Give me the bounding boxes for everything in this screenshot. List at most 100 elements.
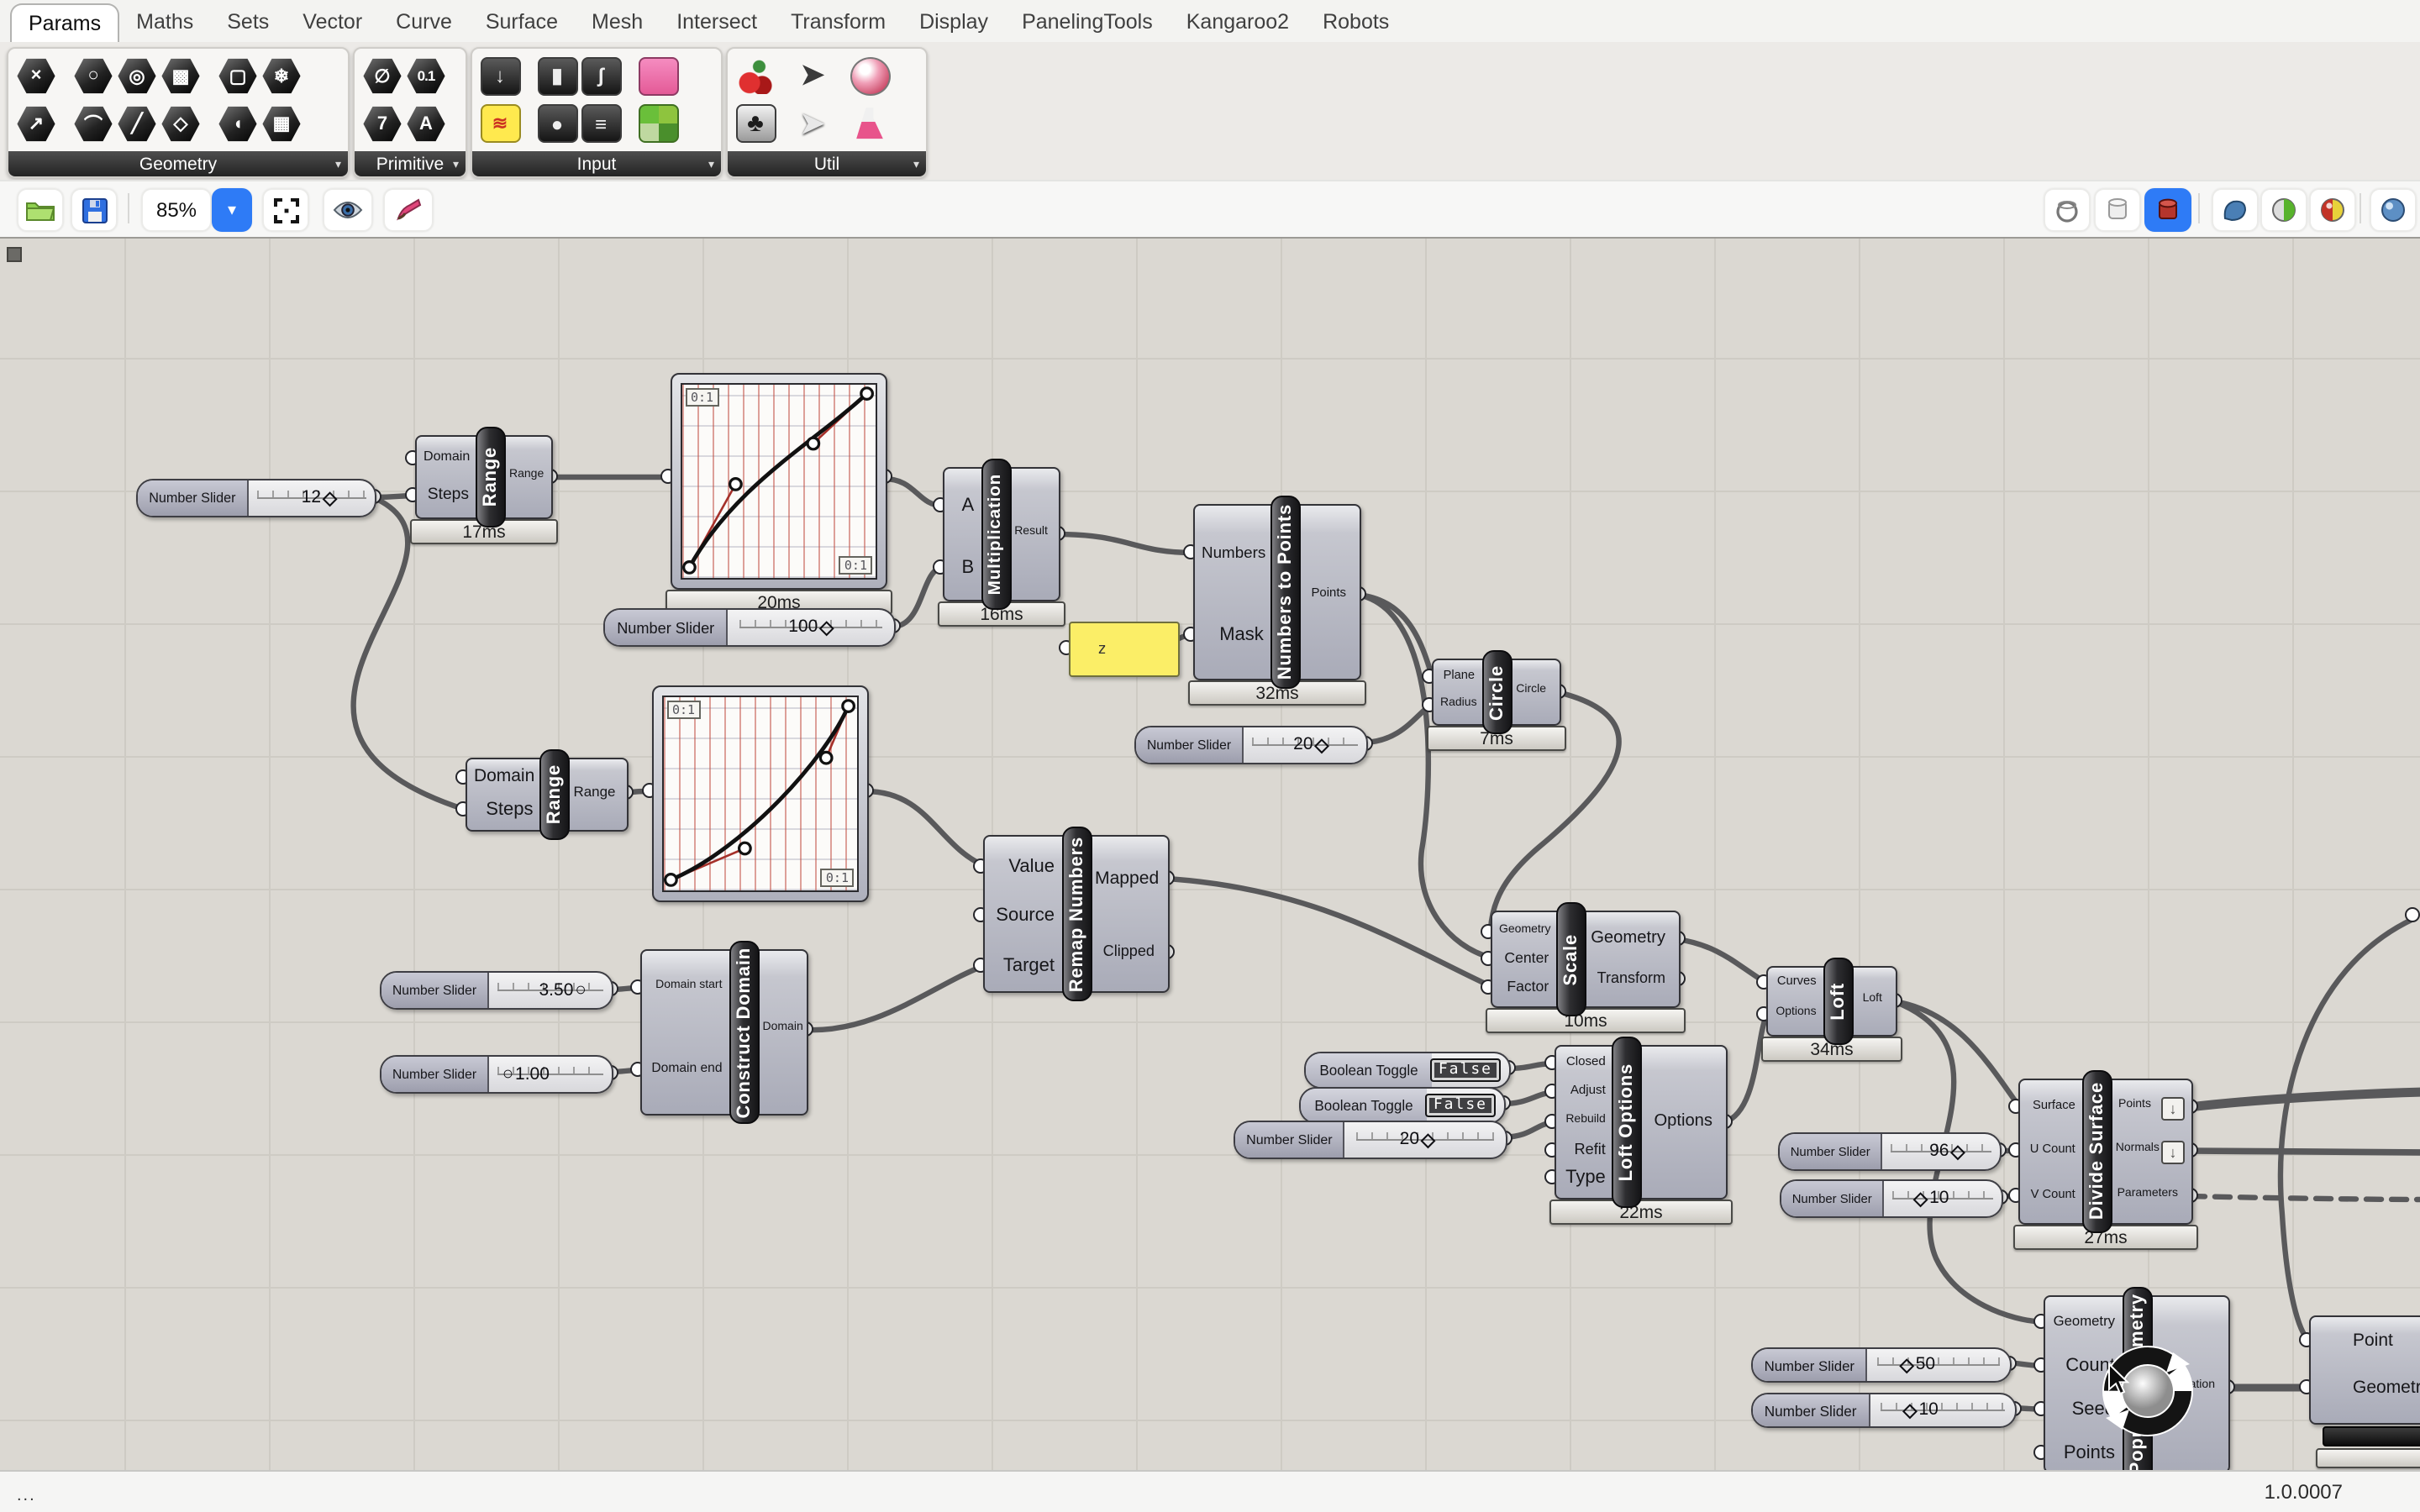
numbers-to-points-name-capsule[interactable]: Numbers to Points [1270,496,1301,689]
flask-icon[interactable] [849,104,891,144]
tab-surface[interactable]: Surface [469,3,575,42]
slider-grip[interactable]: ◇ [323,486,337,508]
edge-port[interactable] [2405,907,2420,922]
range-1-name-capsule[interactable]: Range [476,427,506,528]
tab-maths[interactable]: Maths [119,3,210,42]
definition-canvas[interactable]: Number Slider12◇RangeDomainStepsRange17m… [0,237,2420,1470]
box-icon[interactable]: ▢ [217,56,259,97]
slider-track[interactable]: 12◇ [249,480,375,516]
number-slider-96[interactable]: Number Slider96◇ [1778,1132,2002,1171]
sketch-tool-button[interactable] [383,188,434,232]
divide-surface-name-capsule[interactable]: Divide Surface [2082,1070,2112,1233]
tab-intersect[interactable]: Intersect [660,3,774,42]
number-slider-10b[interactable]: Number Slider◇10 [1751,1393,2017,1428]
panel-icon[interactable] [637,56,679,97]
slider-grip[interactable]: ◇ [1950,1140,1965,1162]
group-icon[interactable]: ❄ [260,56,302,97]
slider-track[interactable]: 96◇ [1883,1134,2001,1169]
number-slider-12[interactable]: Number Slider12◇ [136,479,376,517]
tab-transform[interactable]: Transform [774,3,902,42]
button-icon[interactable]: ● [536,104,578,144]
display-wireframe-button[interactable] [2044,188,2091,232]
toggle-state[interactable]: False [1425,1094,1496,1117]
open-file-button[interactable] [17,188,64,232]
data-dam-icon[interactable]: ➤ [792,56,834,97]
preview-redyellow-button[interactable] [2309,188,2356,232]
slider-grip[interactable]: ◇ [1913,1187,1928,1209]
multiplication-name-capsule[interactable]: Multiplication [981,459,1011,610]
slider-grip[interactable]: ◇ [1900,1353,1914,1375]
graph-mapper-icon[interactable]: ↓ [479,56,521,97]
display-ghosted-button[interactable] [2094,188,2141,232]
tab-display[interactable]: Display [902,3,1005,42]
zoom-dropdown-button[interactable]: ▾ [212,188,252,232]
zoom-extents-button[interactable] [262,188,309,232]
graph-plot[interactable]: 0:10:1 [681,383,877,580]
circle-icon[interactable]: ○ [72,56,114,97]
tab-robots[interactable]: Robots [1306,3,1406,42]
boolean-toggle-icon[interactable]: ▮ [536,56,578,97]
number-slider-100[interactable]: Number Slider100◇ [603,608,896,647]
graph-mapper-2[interactable]: 0:10:1 [652,685,869,902]
boolean-toggle-1[interactable]: Boolean ToggleFalse [1304,1052,1511,1089]
graph-mapper-1[interactable]: 0:10:1 [671,373,887,590]
slider-grip[interactable]: ◇ [1421,1128,1435,1150]
tab-kangaroo2[interactable]: Kangaroo2 [1170,3,1306,42]
number-slider-10a[interactable]: Number Slider◇10 [1780,1179,2003,1218]
circle-name-capsule[interactable]: Circle [1481,650,1512,734]
number-slider-20b[interactable]: Number Slider20◇ [1234,1121,1507,1159]
boolean-toggle-2[interactable]: Boolean ToggleFalse [1299,1087,1506,1124]
number-slider-20[interactable]: Number Slider20◇ [1134,726,1368,764]
mesh-icon[interactable]: ▦ [260,104,302,144]
toolbar-group-label-primitive[interactable]: Primitive▾ [355,151,466,176]
tab-panelingtools[interactable]: PanelingTools [1005,3,1170,42]
number-slider-3-50[interactable]: Number Slider3.50○ [380,971,613,1010]
range-2-name-capsule[interactable]: Range [540,749,571,840]
panel-z[interactable]: z [1069,622,1180,677]
loft-name-capsule[interactable]: Loft [1823,958,1854,1045]
canvas-corner-widget[interactable] [7,247,22,262]
zoom-level-display[interactable]: 85% [141,188,212,232]
slider-grip[interactable]: ○ [502,1063,513,1084]
number-icon[interactable]: 0.1 [405,56,447,97]
flatten-icon[interactable]: ↓ [2161,1141,2185,1164]
curve-icon[interactable]: ⌒ [72,104,114,144]
scale-name-capsule[interactable]: Scale [1555,902,1586,1016]
null-icon[interactable]: ∅ [361,56,403,97]
slider-grip[interactable]: ◇ [1315,733,1329,755]
preview-toggle-button[interactable] [323,188,373,232]
slider-track[interactable]: ◇10 [1885,1181,2002,1216]
preview-mesh-button[interactable] [2212,188,2259,232]
tab-sets[interactable]: Sets [210,3,286,42]
plane-icon[interactable]: ◇ [160,104,202,144]
vector-icon[interactable]: ↗ [15,104,57,144]
slider-grip[interactable]: ◇ [1903,1399,1918,1420]
loft-options-name-capsule[interactable]: Loft Options [1612,1037,1643,1208]
slider-track[interactable]: 20◇ [1244,727,1366,763]
flatten-icon[interactable]: ↓ [2161,1097,2185,1121]
spiral-icon[interactable]: ◎ [116,56,158,97]
number-slider-50[interactable]: Number Slider◇50 [1751,1347,2012,1383]
slider-track[interactable]: 3.50○ [489,973,612,1008]
path-mapper-icon[interactable]: ʃ [580,56,622,97]
md-slider-icon[interactable]: ≋ [479,104,521,144]
construct-domain-name-capsule[interactable]: Construct Domain [729,941,760,1124]
save-file-button[interactable] [71,188,118,232]
slider-track[interactable]: 100◇ [728,610,894,645]
colour-swatch-icon[interactable] [637,104,679,144]
integer-icon[interactable]: 7 [361,104,403,144]
tab-params[interactable]: Params [10,3,119,44]
toolbar-group-label-util[interactable]: Util▾ [728,151,926,176]
display-shaded-button[interactable] [2144,188,2191,232]
slider-track[interactable]: 20◇ [1345,1122,1506,1158]
toggle-state[interactable]: False [1430,1058,1501,1082]
toolbar-group-label-input[interactable]: Input▾ [472,151,721,176]
tab-vector[interactable]: Vector [286,3,379,42]
number-slider-1-00[interactable]: Number Slider○1.00 [380,1055,613,1094]
tree-icon[interactable]: ♣ [734,104,776,144]
slider-grip[interactable]: ○ [575,979,586,1000]
surface-icon[interactable]: ▩ [160,56,202,97]
slider-track[interactable]: ○1.00 [489,1057,612,1092]
slider-track[interactable]: ◇10 [1870,1394,2015,1426]
graph-plot[interactable]: 0:10:1 [662,696,859,892]
